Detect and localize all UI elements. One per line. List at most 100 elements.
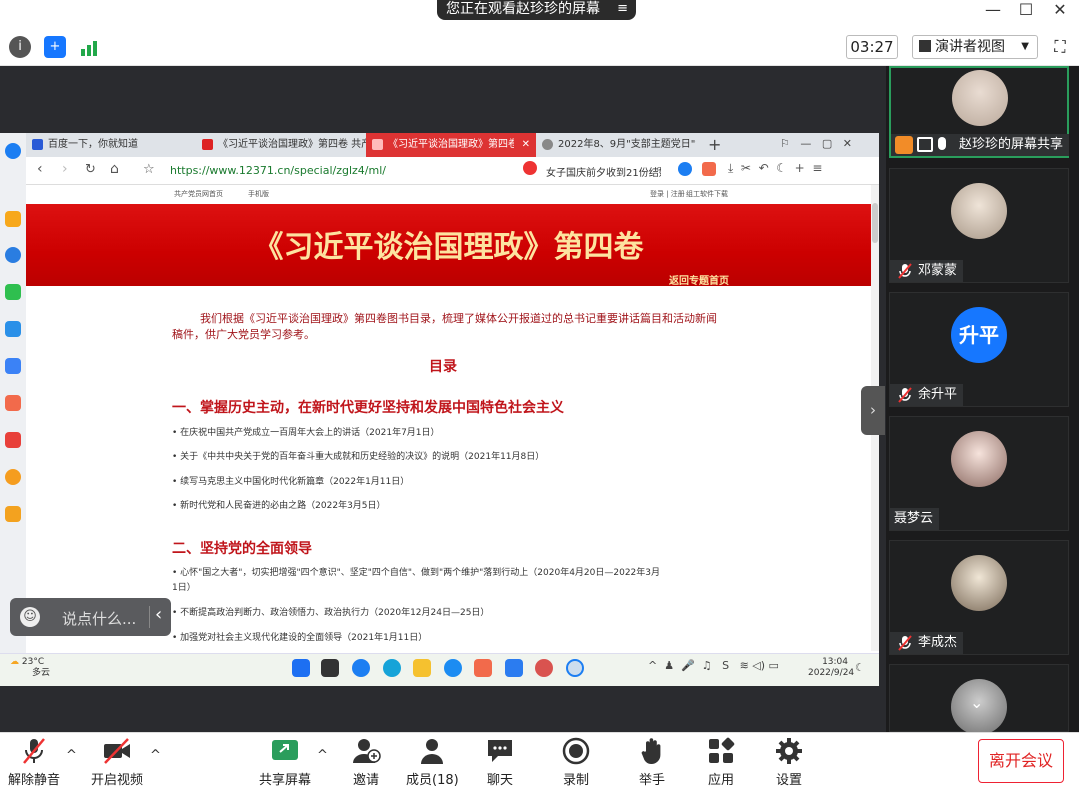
fullscreen-icon[interactable]: ⛶ [1048,35,1072,59]
weather-icon: ☁ [10,657,19,667]
close-button[interactable]: ✕ [1042,0,1078,22]
scroll-thumb[interactable] [872,203,878,243]
quick-chat-input[interactable]: ☺ 说点什么... ‹ [10,598,171,636]
pdf-icon[interactable] [5,432,21,448]
close-icon[interactable]: ✕ [522,133,530,157]
leave-meeting-button[interactable]: 离开会议 [978,739,1064,783]
search-icon[interactable] [5,469,21,485]
participant-tile[interactable]: 升平 余升平 [889,292,1069,407]
gear-icon [774,737,804,765]
start-video-button[interactable]: 开启视频 [90,737,144,788]
toc-link[interactable]: • 新时代党和人民奋进的必由之路（2022年3月5日） [172,499,386,514]
app-icon[interactable] [5,321,21,337]
caret-up-icon[interactable]: ^ [66,748,77,763]
chevron-left-icon[interactable]: ‹ [155,604,162,625]
signal-icon[interactable] [79,38,101,56]
layout-icon [919,40,931,52]
record-button[interactable]: 录制 [560,737,592,788]
back-to-topic-link[interactable]: 返回专题首页 [669,272,729,287]
new-tab-button[interactable]: + [708,135,721,154]
bookmark-link[interactable]: 手机版 [248,189,269,199]
participant-tile[interactable]: 李成杰 [889,540,1069,655]
back-icon[interactable]: ‹ [37,161,43,177]
toc-link[interactable]: • 不断提高政治判断力、政治领悟力、政治执行力（2020年12月24日—25日） [172,606,489,621]
caret-up-icon[interactable]: ^ [150,748,161,763]
wechat-icon[interactable] [5,284,21,300]
speaker-view-dropdown[interactable]: 演讲者视图 ▼ [912,35,1038,59]
unmute-button[interactable]: 解除静音 [8,737,60,788]
meeting-app-icon[interactable] [505,659,523,677]
emoji-icon[interactable]: ☺ [20,607,40,627]
chevron-down-icon[interactable]: ⌄ [970,693,983,712]
time: 13:04 [822,657,848,667]
caret-up-icon[interactable]: ^ [317,748,328,763]
download-icon[interactable]: ⤓ ✂ ↶ ☾ + ≡ [728,161,822,176]
browser-tab[interactable]: 2022年8、9月"支部主题党日"活动提 [536,133,696,157]
host-icon [895,136,913,154]
weather-widget[interactable]: ☁ 23°C 多云 [10,657,50,679]
bookmark-star-icon[interactable]: ☆ [143,162,155,177]
translate-icon[interactable] [702,162,716,176]
invite-button[interactable]: 邀请 [348,737,384,788]
edge-icon[interactable] [383,659,401,677]
toc-link[interactable]: • 心怀"国之大者"，切实把增强"四个意识"、坚定"四个自信"、做到"两个维护"… [172,566,662,596]
apps-button[interactable]: 应用 [705,737,737,788]
viewing-banner[interactable]: 您正在观看赵珍珍的屏幕 ≡ [437,0,636,20]
bookmark-link[interactable]: 共产党员网首页 [174,189,223,199]
chat-placeholder: 说点什么... [62,610,137,628]
browser-app-icon[interactable] [444,659,462,677]
windows-start-icon[interactable] [292,659,310,677]
search-icon[interactable] [5,143,21,159]
camera-icon[interactable] [5,395,21,411]
mic-icon [938,137,946,150]
share-screen-button[interactable]: 共享屏幕 [258,737,312,788]
search-icon[interactable]: ⌕ [656,162,662,176]
home-icon[interactable]: ⌂ [110,161,119,177]
system-tray[interactable]: ^ ♟ 🎤 ♫ S ≋ ◁) ▭ [648,659,779,672]
search-hint[interactable]: 女子国庆前夕收到21份结婚 [546,164,661,179]
toc-link[interactable]: • 续写马克思主义中国化时代化新篇章（2022年1月11日） [172,475,409,490]
chat-button[interactable]: 聊天 [484,737,516,788]
participants-button[interactable]: 成员(18) [406,737,459,788]
clock-icon[interactable] [5,247,21,263]
shield-icon[interactable]: + [44,36,66,58]
participant-tile[interactable]: ⌄ [889,664,1069,735]
forward-icon[interactable]: › [62,161,68,177]
extension-icon[interactable] [678,162,692,176]
banner-title: 《习近平谈治国理政》第四卷 [253,230,644,265]
browser-tab[interactable]: 《习近平谈治国理政》第四卷 共产党 [196,133,366,157]
participant-tile[interactable]: 聂梦云 [889,416,1069,531]
start-video-label: 开启视频 [90,773,143,788]
settings-button[interactable]: 设置 [773,737,805,788]
task-view-icon[interactable] [321,659,339,677]
info-icon[interactable]: i [9,36,31,58]
browser-tab[interactable]: 百度一下，你就知道 [26,133,196,157]
cloud-icon[interactable] [5,358,21,374]
bookmark-link[interactable]: 登录 | 注册 [650,189,685,199]
toc-link[interactable]: • 在庆祝中国共产党成立一百周年大会上的讲话（2021年7月1日） [172,426,440,441]
panel-toggle-handle[interactable]: › [861,386,885,435]
raise-hand-button[interactable]: 举手 [636,737,668,788]
unmute-label: 解除静音 [8,773,61,788]
url-field[interactable]: https://www.12371.cn/special/zglz4/ml/ [170,164,386,177]
notes-icon[interactable] [5,506,21,522]
shield-app-icon[interactable] [352,659,370,677]
participant-name: 聂梦云 [890,508,940,530]
minimize-button[interactable]: — [975,0,1011,22]
notification-icon[interactable]: ☾ [855,661,865,674]
menu-icon[interactable]: ≡ [617,0,628,18]
star-icon[interactable] [5,211,21,227]
folder-icon[interactable] [413,659,431,677]
toc-link[interactable]: • 关于《中共中央关于党的百年奋斗重大成就和历史经验的决议》的说明（2021年1… [172,450,544,465]
toc-link[interactable]: • 加强党对社会主义现代化建设的全面领导（2021年1月11日） [172,631,427,646]
taskbar-clock[interactable]: 13:04 2022/9/24 [808,657,854,679]
participant-tile[interactable]: 邓蒙蒙 [889,168,1069,283]
maximize-button[interactable]: ☐ [1008,0,1044,22]
wps-icon[interactable] [474,659,492,677]
browser-tab-active[interactable]: 《习近平谈治国理政》第四卷目录导 ✕ [366,133,536,157]
reload-icon[interactable]: ↻ [85,162,96,177]
app-icon[interactable] [535,659,553,677]
bookmark-link[interactable]: 组工软件下载 [686,189,728,199]
browser-app-icon[interactable] [566,659,584,677]
participant-tile[interactable]: 赵珍珍的屏幕共享 [889,66,1070,158]
